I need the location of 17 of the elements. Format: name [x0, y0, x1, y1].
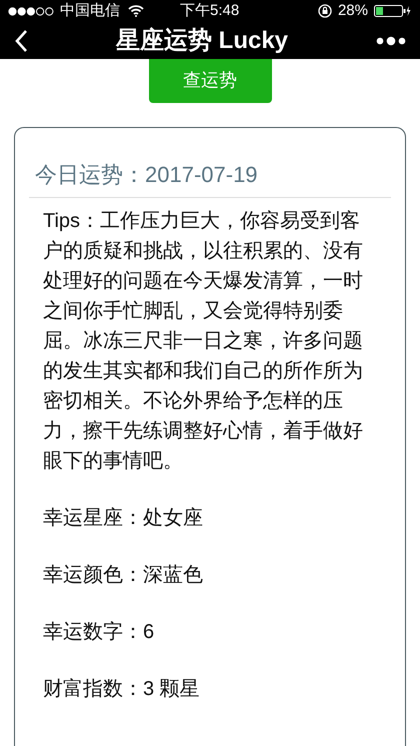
fortune-item: 财富指数：3 颗星: [42, 676, 201, 702]
battery-icon: [374, 5, 412, 18]
clock-time: 下午5:48: [180, 1, 240, 21]
query-button[interactable]: 查运势: [148, 58, 272, 102]
more-icon[interactable]: [376, 36, 406, 46]
fortune-item: 幸运颜色：深蓝色: [42, 562, 204, 588]
tips-paragraph: Tips：工作压力巨大，你容易受到客户的质疑和挑战，以往积累的、没有处理好的问题在今天爆发清算，一时之间你手忙脚乱，又会觉得特别委屈。冰冻三尺非一日之寒，许多问题的发生其实都和我们自己的所作所为密切相关。不论外界给予怎样的压力，擦干先练调整好心情，着手做好眼下的事情吧。: [42, 208, 364, 474]
page-title: 星座运势 Lucky: [114, 26, 290, 56]
fortune-item: 幸运星座：处女座: [42, 506, 204, 530]
wifi-icon: [128, 5, 144, 18]
rotation-lock-icon: [318, 4, 332, 18]
fortune-item: 幸运数字：6: [42, 620, 156, 644]
signal-icon: [8, 6, 54, 16]
back-icon[interactable]: [14, 28, 28, 52]
battery-percent: 28%: [338, 1, 368, 21]
carrier-name: 中国电信: [60, 1, 120, 21]
card-title: 今日运势：2017-07-19: [29, 158, 391, 198]
